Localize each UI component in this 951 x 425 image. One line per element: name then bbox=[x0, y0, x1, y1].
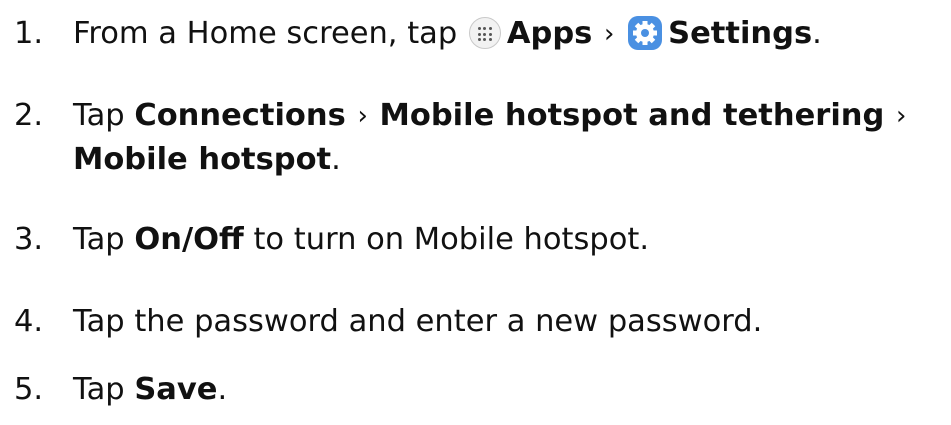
step-number: 1. bbox=[14, 16, 44, 51]
step-3: 3. Tap On/Off to turn on Mobile hotspot. bbox=[14, 218, 649, 262]
hotspot-tethering-label: Mobile hotspot and tethering bbox=[379, 98, 885, 133]
settings-gear-icon bbox=[628, 16, 663, 50]
step-number: 2. bbox=[14, 98, 44, 133]
step-punct: . bbox=[331, 142, 341, 177]
onoff-label: On/Off bbox=[134, 222, 244, 257]
step-text: Tap bbox=[73, 222, 125, 257]
step-5: 5. Tap Save. bbox=[14, 368, 227, 412]
connections-label: Connections bbox=[134, 98, 346, 133]
chevron-right-icon: › bbox=[604, 19, 615, 49]
step-punct: . bbox=[217, 372, 228, 407]
step-text: Tap bbox=[73, 98, 125, 133]
save-label: Save bbox=[134, 372, 218, 407]
step-number: 5. bbox=[14, 372, 44, 407]
step-text: Tap the password and enter a new passwor… bbox=[73, 304, 763, 339]
step-text: From a Home screen, tap bbox=[73, 16, 458, 51]
chevron-right-icon: › bbox=[357, 101, 368, 131]
step-2: 2. Tap Connections › Mobile hotspot and t… bbox=[14, 94, 908, 182]
instruction-steps: 1. From a Home screen, tap Apps › Setting… bbox=[0, 0, 951, 425]
step-4: 4. Tap the password and enter a new passw… bbox=[14, 300, 762, 344]
step-punct: . bbox=[812, 16, 822, 51]
chevron-right-icon: › bbox=[896, 101, 907, 131]
mobile-hotspot-label: Mobile hotspot bbox=[73, 142, 332, 177]
apps-grid-icon bbox=[468, 17, 501, 49]
step-number: 3. bbox=[14, 222, 44, 257]
step-continuation: Mobile hotspot. bbox=[14, 138, 908, 182]
step-text: Tap bbox=[73, 372, 125, 407]
step-1: 1. From a Home screen, tap Apps › Setting… bbox=[14, 12, 822, 56]
settings-label: Settings bbox=[668, 16, 813, 51]
apps-label: Apps bbox=[506, 16, 593, 51]
step-text: to turn on Mobile hotspot. bbox=[253, 222, 650, 257]
step-number: 4. bbox=[14, 304, 44, 339]
